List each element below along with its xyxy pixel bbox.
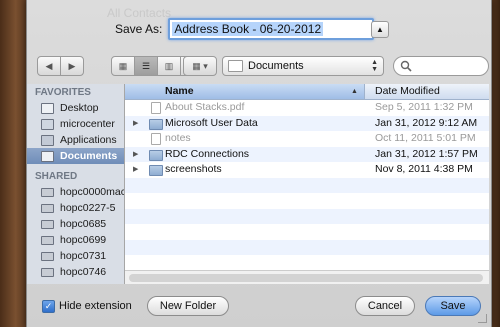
back-arrow-icon[interactable]: ◀: [38, 57, 61, 75]
computer-icon: [41, 219, 54, 229]
sidebar-item-shared[interactable]: hopc0685: [27, 216, 124, 232]
file-date: Nov 8, 2011 4:38 PM: [375, 163, 473, 175]
computer-icon: [41, 187, 54, 197]
expand-dialog-button[interactable]: ▲: [371, 21, 389, 38]
save-as-label: Save As:: [115, 22, 163, 36]
file-name: screenshots: [165, 163, 222, 175]
file-list: Name ▲ Date Modified About Stacks.pdf Se…: [125, 84, 489, 284]
file-list-header: Name ▲ Date Modified: [125, 84, 489, 100]
applications-icon: [41, 134, 54, 146]
sidebar-item-label: hopc0746: [60, 266, 107, 278]
sidebar-item-applications[interactable]: Applications: [27, 132, 124, 148]
disclosure-triangle-icon[interactable]: ▶: [133, 162, 138, 178]
empty-row: [125, 193, 489, 209]
empty-row: [125, 224, 489, 240]
file-name: About Stacks.pdf: [165, 101, 245, 113]
disclosure-triangle-icon[interactable]: ▶: [133, 116, 138, 132]
search-input[interactable]: [393, 56, 489, 76]
home-icon: [41, 118, 54, 130]
sidebar-item-label: hopc0227-5: [60, 202, 116, 214]
sidebar-item-shared[interactable]: hopc0227-5: [27, 200, 124, 216]
hide-extension-checkbox[interactable]: ✓: [42, 300, 55, 313]
sidebar-item-shared[interactable]: hopc0000mac: [27, 184, 124, 200]
forward-arrow-icon[interactable]: ▶: [61, 57, 83, 75]
sort-ascending-icon: ▲: [351, 88, 358, 95]
sidebar-item-label: hopc0685: [60, 218, 107, 230]
empty-row: [125, 177, 489, 193]
computer-icon: [41, 267, 54, 277]
sidebar-item-shared[interactable]: hopc0699: [27, 232, 124, 248]
sidebar-item-label: hopc0000mac: [60, 186, 125, 198]
location-popup[interactable]: Documents ▲ ▼: [222, 56, 384, 76]
browser-toolbar: ◀ ▶ ▦ ☰ ▥ ▭ ▦ ▾ Documents ▲▼: [27, 54, 491, 76]
arrange-button: ▦ ▾: [183, 56, 217, 76]
folder-icon: [149, 165, 163, 176]
save-button[interactable]: Save: [425, 296, 481, 316]
computer-icon: [41, 203, 54, 213]
sidebar-item-label: hopc0731: [60, 250, 107, 262]
column-header-date[interactable]: Date Modified: [375, 84, 440, 99]
sidebar-item-label: Desktop: [60, 102, 99, 114]
new-folder-button[interactable]: New Folder: [147, 296, 229, 316]
file-date: Jan 31, 2012 9:12 AM: [375, 116, 478, 129]
document-icon: [151, 133, 161, 145]
sidebar-item-desktop[interactable]: Desktop: [27, 100, 124, 116]
save-as-row: Save As: Address Book - 06-20-2012: [115, 18, 375, 40]
documents-icon: [41, 150, 54, 162]
search-icon: [400, 60, 412, 72]
resize-grip-icon[interactable]: [478, 314, 487, 323]
empty-row: [125, 208, 489, 224]
sidebar-item-shared[interactable]: hopc0731: [27, 248, 124, 264]
navigation-buttons: ◀ ▶: [37, 56, 84, 76]
folder-icon: [228, 60, 243, 72]
computer-icon: [41, 251, 54, 261]
dialog-footer: ✓ Hide extension New Folder Cancel Save: [27, 290, 491, 327]
sidebar-item-shared[interactable]: hopc0746: [27, 264, 124, 280]
sidebar-header-favorites: FAVORITES: [35, 87, 91, 98]
file-row[interactable]: notes Oct 11, 2011 5:01 PM: [125, 131, 489, 147]
computer-icon: [41, 235, 54, 245]
sidebar-header-shared: SHARED: [35, 171, 78, 182]
filename-text: Address Book - 06-20-2012: [172, 22, 324, 36]
filename-input[interactable]: Address Book - 06-20-2012: [168, 18, 375, 40]
file-name: RDC Connections: [165, 147, 250, 160]
file-date: Sep 5, 2011 1:32 PM: [375, 101, 473, 113]
sidebar-item-label: Documents: [60, 150, 118, 162]
sidebar-item-label: microcenter: [60, 118, 115, 130]
chevron-up-icon: ▲: [376, 25, 384, 34]
cancel-button[interactable]: Cancel: [355, 296, 415, 316]
folder-icon: [149, 118, 163, 130]
folder-row[interactable]: ▶ RDC Connections Jan 31, 2012 1:57 PM: [125, 146, 489, 163]
location-label: Documents: [248, 60, 304, 72]
arrange-icon[interactable]: ▦ ▾: [184, 57, 216, 75]
sidebar: FAVORITES Desktop microcenter Applicatio…: [27, 84, 125, 284]
folder-row[interactable]: ▶ screenshots Nov 8, 2011 4:38 PM: [125, 162, 489, 178]
hide-extension-label: Hide extension: [59, 300, 132, 312]
column-header-name[interactable]: Name: [125, 84, 365, 99]
disclosure-triangle-icon[interactable]: ▶: [133, 147, 138, 163]
sidebar-item-microcenter[interactable]: microcenter: [27, 116, 124, 132]
icon-view-icon[interactable]: ▦: [112, 57, 135, 75]
desktop-background-left: [0, 0, 26, 327]
folder-row[interactable]: ▶ Microsoft User Data Jan 31, 2012 9:12 …: [125, 115, 489, 132]
sidebar-item-label: hopc0699: [60, 234, 107, 246]
pdf-document-icon: [151, 102, 161, 114]
file-name: notes: [165, 132, 191, 144]
sidebar-item-documents[interactable]: Documents: [27, 148, 124, 164]
file-name: Microsoft User Data: [165, 116, 258, 129]
sidebar-item-label: Applications: [60, 134, 117, 146]
desktop-icon: [41, 102, 54, 114]
scrollbar-thumb[interactable]: [129, 274, 483, 282]
file-row[interactable]: About Stacks.pdf Sep 5, 2011 1:32 PM: [125, 100, 489, 116]
list-view-icon[interactable]: ☰: [135, 57, 158, 75]
popup-arrows-icon: ▲ ▼: [371, 59, 378, 73]
file-date: Oct 11, 2011 5:01 PM: [375, 132, 476, 144]
folder-icon: [149, 149, 163, 161]
column-view-icon[interactable]: ▥: [158, 57, 181, 75]
save-dialog: All Contacts Save As: Address Book - 06-…: [26, 0, 492, 327]
file-date: Jan 31, 2012 1:57 PM: [375, 147, 478, 160]
empty-row: [125, 239, 489, 255]
horizontal-scrollbar[interactable]: [125, 270, 489, 284]
